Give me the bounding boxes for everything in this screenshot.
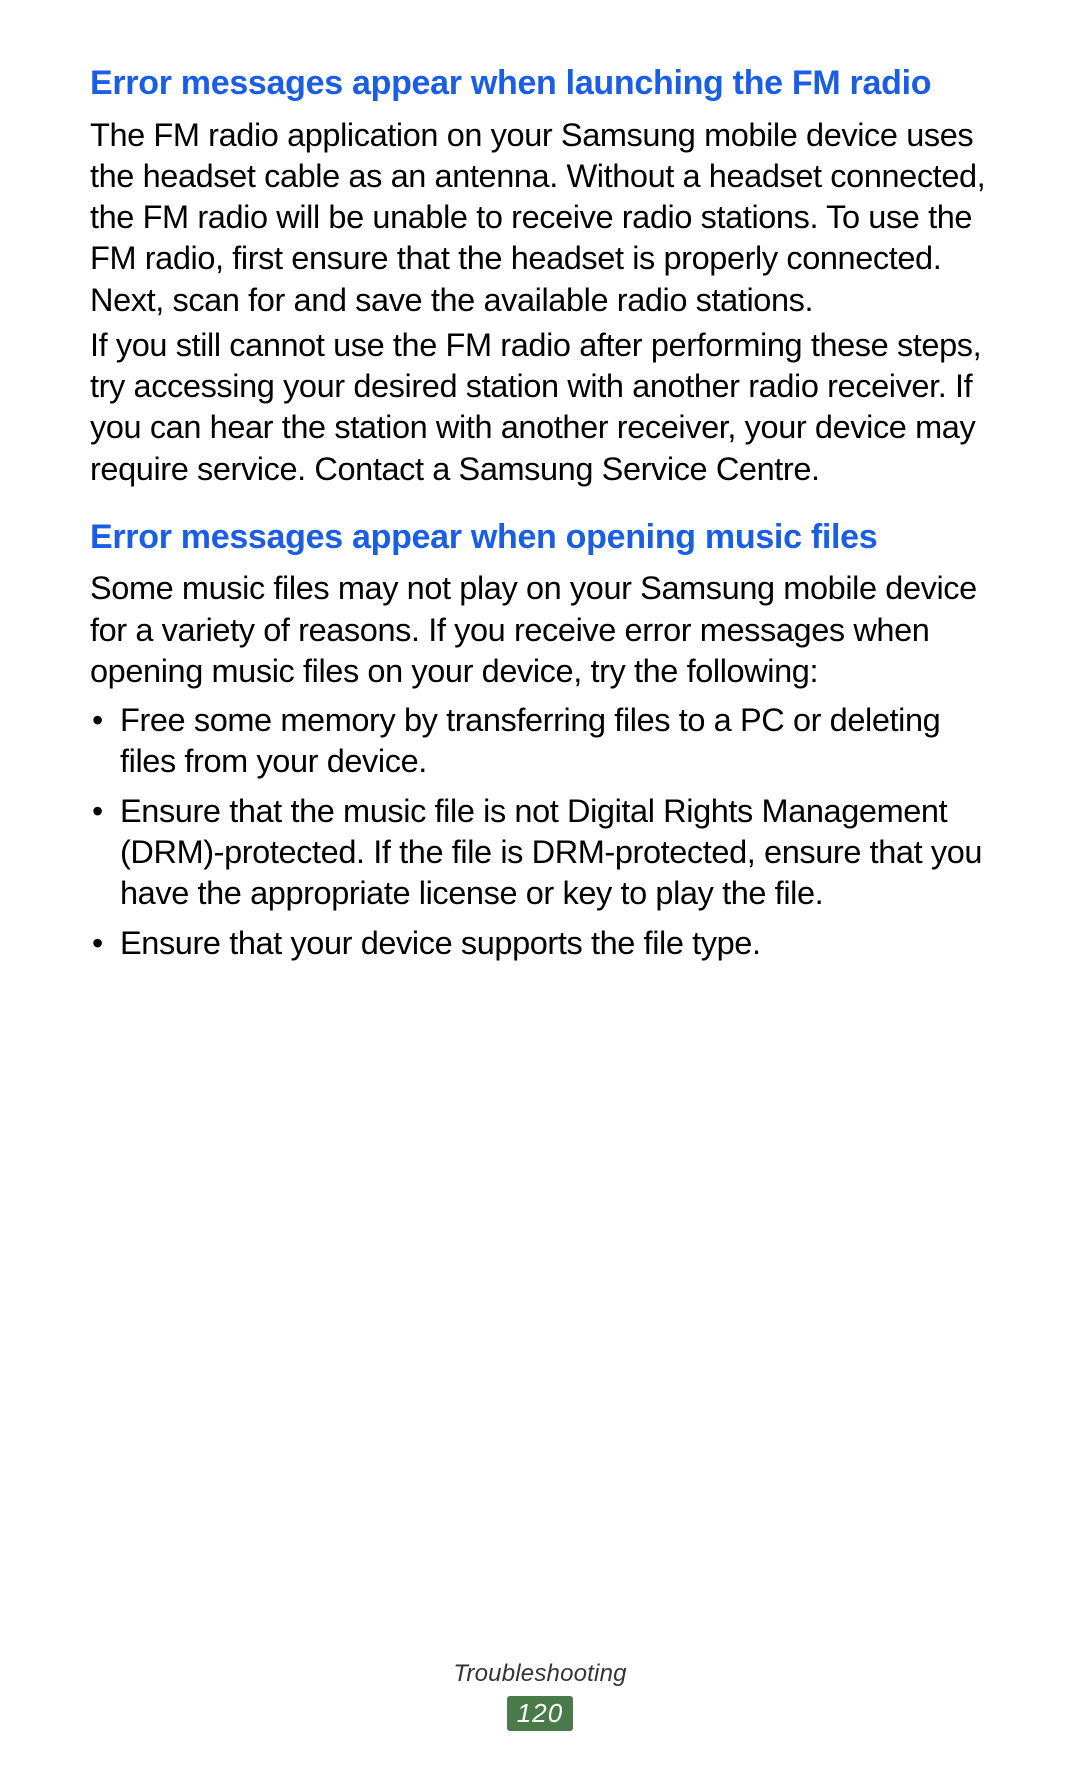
paragraph: If you still cannot use the FM radio aft… [90,325,992,490]
section-heading-fm-radio: Error messages appear when launching the… [90,62,992,105]
paragraph: Some music files may not play on your Sa… [90,568,992,692]
page-footer: Troubleshooting 120 [0,1660,1080,1731]
paragraph: The FM radio application on your Samsung… [90,115,992,321]
page-content: Error messages appear when launching the… [0,0,1080,964]
bullet-list: Free some memory by transferring files t… [90,700,992,964]
section-heading-music-files: Error messages appear when opening music… [90,516,992,559]
footer-section-label: Troubleshooting [0,1660,1080,1688]
page-number: 120 [507,1696,573,1731]
list-item: Free some memory by transferring files t… [90,700,992,783]
list-item: Ensure that your device supports the fil… [90,923,992,964]
list-item: Ensure that the music file is not Digita… [90,791,992,915]
